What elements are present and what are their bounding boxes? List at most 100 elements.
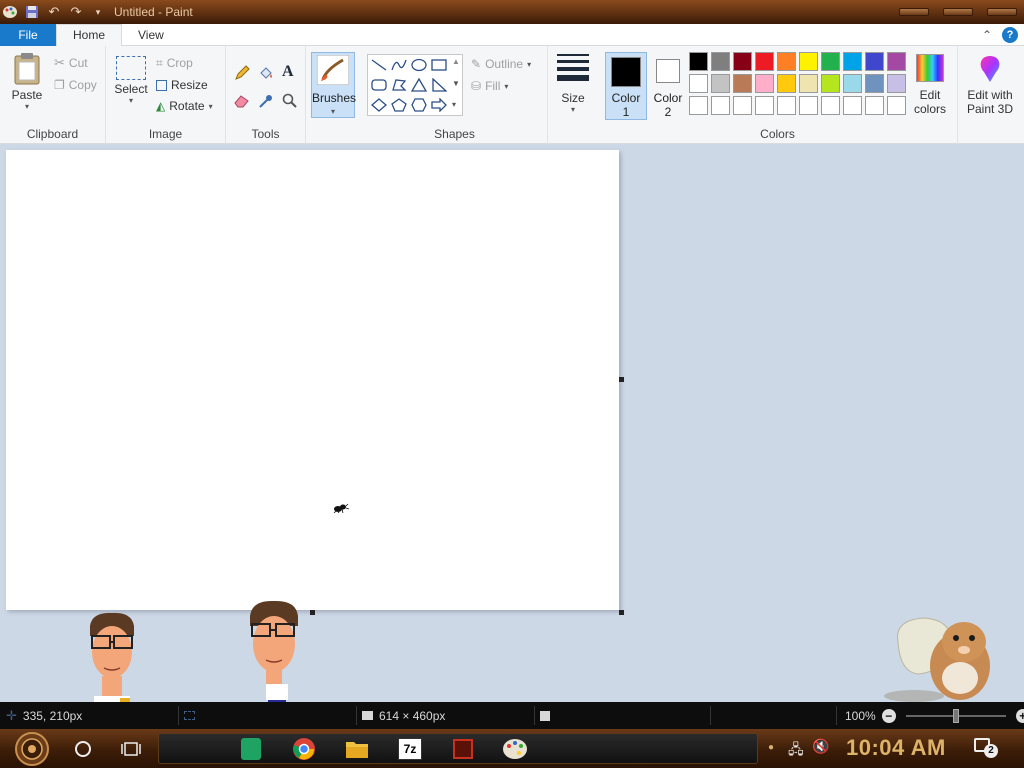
close-button[interactable] (980, 0, 1024, 24)
oval-shape-icon[interactable] (411, 58, 427, 72)
zoom-slider[interactable] (905, 708, 1006, 723)
polygon-shape-icon[interactable] (391, 78, 407, 92)
volume-muted-icon[interactable]: 🔇 (812, 738, 829, 755)
palette-swatch[interactable] (799, 96, 818, 115)
palette-swatch[interactable] (777, 52, 796, 71)
collapse-ribbon-icon[interactable]: ⌃ (982, 28, 992, 42)
copy-button[interactable]: ❐ Copy (54, 76, 97, 94)
palette-swatch[interactable] (821, 52, 840, 71)
rotate-button[interactable]: ◭ Rotate ▾ (156, 97, 213, 115)
edit-with-paint-3d-button[interactable]: Edit with Paint 3D (960, 54, 1020, 116)
palette-swatch[interactable] (865, 74, 884, 93)
palette-swatch[interactable] (733, 74, 752, 93)
save-icon[interactable] (24, 4, 40, 20)
paint-app-icon[interactable] (2, 4, 18, 20)
palette-swatch[interactable] (887, 96, 906, 115)
arrow-shape-icon[interactable] (431, 98, 447, 112)
sheets-app-button[interactable] (236, 734, 266, 764)
shapes-scroll-down-icon[interactable]: ▼ (452, 79, 460, 88)
size-button[interactable]: Size ▾ (554, 54, 592, 114)
7zip-app-button[interactable]: 7z (395, 734, 425, 764)
paint-app-button[interactable] (500, 734, 530, 764)
palette-swatch[interactable] (689, 96, 708, 115)
help-icon[interactable]: ? (1002, 27, 1018, 43)
palette-swatch[interactable] (865, 96, 884, 115)
palette-swatch[interactable] (755, 74, 774, 93)
start-button[interactable] (14, 731, 50, 767)
curve-shape-icon[interactable] (391, 58, 407, 72)
fill-bucket-icon[interactable] (258, 64, 274, 82)
palette-swatch[interactable] (711, 74, 730, 93)
shapes-scroll-up-icon[interactable]: ▲ (452, 57, 460, 66)
line-shape-icon[interactable] (371, 58, 387, 72)
paste-button[interactable]: Paste ▾ (8, 52, 46, 111)
palette-swatch[interactable] (733, 96, 752, 115)
triangle-shape-icon[interactable] (411, 78, 427, 92)
rounded-rectangle-shape-icon[interactable] (371, 78, 387, 92)
tab-home[interactable]: Home (56, 23, 123, 47)
palette-swatch[interactable] (799, 74, 818, 93)
palette-swatch[interactable] (843, 52, 862, 71)
palette-swatch[interactable] (843, 74, 862, 93)
undo-icon[interactable]: ↶ (46, 4, 62, 20)
palette-swatch[interactable] (733, 52, 752, 71)
network-icon[interactable]: 🖧 (788, 739, 804, 763)
hexagon-shape-icon[interactable] (411, 98, 427, 112)
rectangle-shape-icon[interactable] (431, 58, 447, 72)
palette-swatch[interactable] (689, 74, 708, 93)
crop-button[interactable]: ⌗ Crop (156, 54, 193, 72)
clock[interactable]: 10:04 AM (846, 735, 946, 761)
brushes-button[interactable]: Brushes ▾ (311, 52, 356, 118)
zoom-out-icon[interactable]: − (881, 708, 896, 723)
customize-quick-access-icon[interactable]: ▾ (90, 4, 106, 20)
pentagon-shape-icon[interactable] (391, 98, 407, 112)
palette-swatch[interactable] (777, 74, 796, 93)
drawing-canvas[interactable] (6, 150, 619, 610)
cut-button[interactable]: ✂ Cut (54, 54, 88, 72)
diamond-shape-icon[interactable] (371, 98, 387, 112)
chrome-app-button[interactable] (289, 734, 319, 764)
fill-button[interactable]: ⛁ Fill ▾ (471, 77, 508, 95)
minimize-button[interactable] (892, 0, 936, 24)
select-button[interactable]: Select ▾ (112, 56, 150, 105)
color-1-button[interactable]: Color 1 (605, 52, 647, 120)
palette-swatch[interactable] (821, 74, 840, 93)
canvas-workspace[interactable] (0, 145, 1024, 702)
zoom-slider-thumb[interactable] (952, 708, 959, 723)
palette-swatch[interactable] (887, 74, 906, 93)
show-hidden-icons-icon[interactable]: ● (768, 742, 774, 753)
resize-handle-corner[interactable] (619, 610, 624, 615)
palette-swatch[interactable] (711, 96, 730, 115)
magnifier-icon[interactable] (282, 92, 298, 110)
right-triangle-shape-icon[interactable] (431, 78, 447, 92)
shapes-expand-icon[interactable]: ▾ (452, 100, 456, 109)
eraser-icon[interactable] (234, 92, 250, 110)
resize-handle-bottom[interactable] (310, 610, 315, 615)
color-picker-icon[interactable] (258, 92, 274, 110)
color-2-button[interactable]: Color 2 (651, 52, 685, 120)
redo-icon[interactable]: ↷ (68, 4, 84, 20)
text-tool-icon[interactable]: A (282, 63, 294, 81)
cortana-search-button[interactable] (68, 734, 98, 764)
palette-swatch[interactable] (777, 96, 796, 115)
palette-swatch[interactable] (887, 52, 906, 71)
outline-button[interactable]: ✎ Outline ▾ (471, 55, 531, 73)
resize-handle-right[interactable] (619, 377, 624, 382)
edit-colors-button[interactable]: Edit colors (910, 54, 950, 116)
file-explorer-button[interactable] (342, 734, 372, 764)
palette-swatch[interactable] (711, 52, 730, 71)
palette-swatch[interactable] (755, 96, 774, 115)
task-view-button[interactable] (116, 734, 146, 764)
pencil-icon[interactable] (234, 64, 250, 82)
palette-swatch[interactable] (755, 52, 774, 71)
zoom-in-icon[interactable]: + (1015, 708, 1024, 723)
action-center-button[interactable]: 2 (974, 738, 998, 758)
palette-swatch[interactable] (821, 96, 840, 115)
palette-swatch[interactable] (843, 96, 862, 115)
resize-button[interactable]: Resize (156, 76, 208, 94)
maximize-button[interactable] (936, 0, 980, 24)
tab-file[interactable]: File (0, 23, 56, 46)
palette-swatch[interactable] (799, 52, 818, 71)
media-app-button[interactable] (448, 734, 478, 764)
palette-swatch[interactable] (865, 52, 884, 71)
